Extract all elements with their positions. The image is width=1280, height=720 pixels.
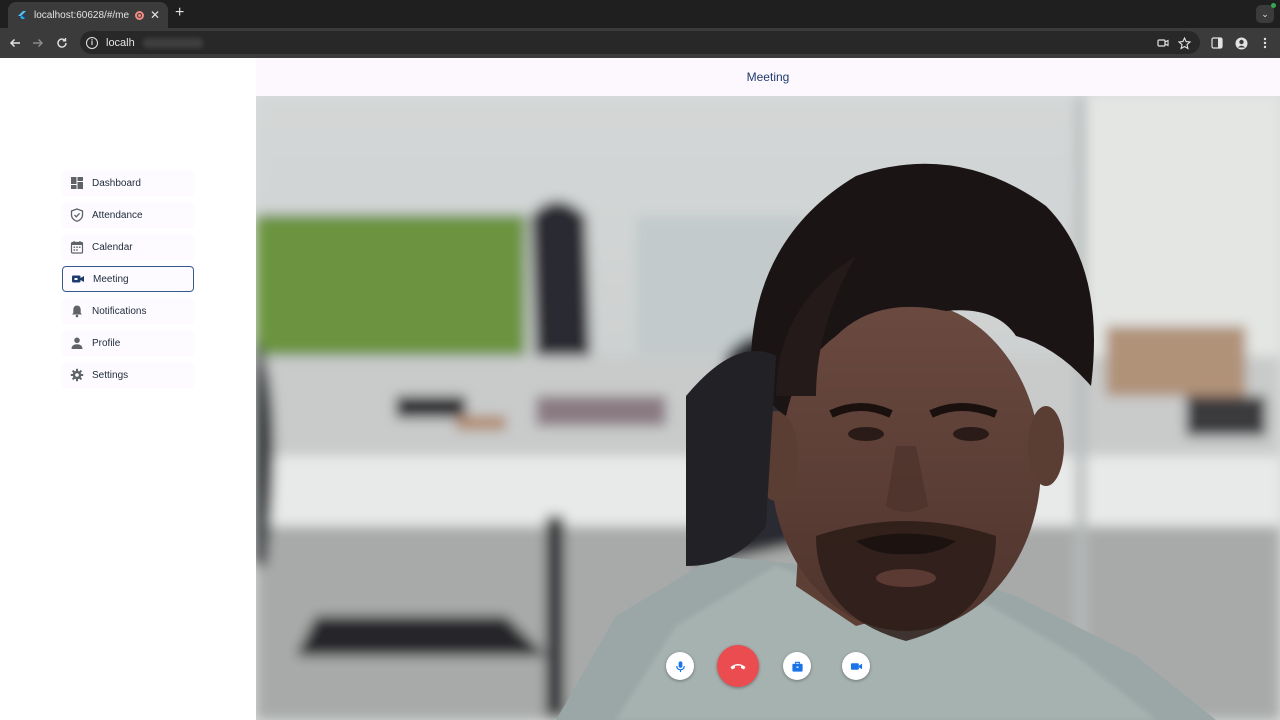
sidebar-item-label: Notifications xyxy=(92,305,147,317)
sidebar-item-label: Profile xyxy=(92,337,121,349)
sidebar-item-attendance[interactable]: Attendance xyxy=(62,202,194,228)
sidebar-item-dashboard[interactable]: Dashboard xyxy=(62,170,194,196)
video-camera-icon xyxy=(72,275,84,283)
recording-indicator-icon xyxy=(134,10,144,20)
hang-up-icon xyxy=(730,664,746,670)
address-bar[interactable]: i localh xyxy=(80,31,1200,54)
sidebar-item-calendar[interactable]: Calendar xyxy=(62,234,194,260)
microphone-icon xyxy=(675,660,685,672)
sidebar-item-profile[interactable]: Profile xyxy=(62,330,194,356)
shield-check-icon xyxy=(70,208,84,222)
arrow-left-icon xyxy=(9,38,20,48)
browser-tab-strip: localhost:60628/#/meetin ✕ + ⌄ xyxy=(0,0,1280,28)
dashboard-icon xyxy=(71,177,83,189)
gear-icon xyxy=(70,368,84,382)
browser-toolbar: i localh xyxy=(0,28,1280,58)
browser-tab[interactable]: localhost:60628/#/meetin ✕ xyxy=(8,2,168,28)
reload-button[interactable] xyxy=(53,34,71,52)
page-title: Meeting xyxy=(746,70,790,84)
sidebar-item-settings[interactable]: Settings xyxy=(62,362,194,388)
briefcase-icon xyxy=(791,661,803,672)
flutter-favicon-icon xyxy=(18,11,26,19)
sidebar-item-label: Dashboard xyxy=(92,177,141,189)
calendar-icon xyxy=(70,241,84,254)
tab-search-button[interactable]: ⌄ xyxy=(1256,3,1276,23)
camera-toggle-button[interactable] xyxy=(842,652,870,680)
site-info-icon[interactable]: i xyxy=(86,36,98,49)
person-icon xyxy=(71,337,83,349)
sidebar-item-label: Calendar xyxy=(92,241,133,253)
side-panel-icon[interactable] xyxy=(1210,36,1224,50)
profile-avatar-icon[interactable] xyxy=(1234,36,1248,50)
sidebar-item-meeting[interactable]: Meeting xyxy=(62,266,194,292)
sidebar-item-label: Settings xyxy=(92,369,129,381)
reload-icon xyxy=(57,38,67,48)
sidebar-item-label: Meeting xyxy=(93,273,129,285)
arrow-right-icon xyxy=(33,38,44,48)
bell-icon xyxy=(72,305,82,318)
more-menu-icon[interactable] xyxy=(1258,36,1272,50)
end-call-button[interactable] xyxy=(717,645,759,687)
camera-in-use-icon[interactable] xyxy=(1156,36,1170,50)
tab-title: localhost:60628/#/meetin xyxy=(34,9,129,21)
tab-close-button[interactable]: ✕ xyxy=(150,8,160,22)
new-tab-button[interactable]: + xyxy=(175,5,184,21)
forward-button[interactable] xyxy=(29,34,47,52)
redacted-url-segment xyxy=(142,37,203,48)
camera-feed-image xyxy=(256,96,1280,720)
video-feed xyxy=(256,96,1280,720)
app-bar: Meeting xyxy=(256,58,1280,96)
video-camera-icon xyxy=(850,662,862,670)
mic-toggle-button[interactable] xyxy=(666,652,694,680)
sidebar: Dashboard Attendance Calendar Meeting No… xyxy=(0,58,256,720)
address-bar-url: localh xyxy=(106,36,135,49)
bookmark-star-icon[interactable] xyxy=(1177,36,1191,50)
screen-share-button[interactable] xyxy=(783,652,811,680)
back-button[interactable] xyxy=(6,34,24,52)
sidebar-item-label: Attendance xyxy=(92,209,143,221)
sidebar-item-notifications[interactable]: Notifications xyxy=(62,298,194,324)
